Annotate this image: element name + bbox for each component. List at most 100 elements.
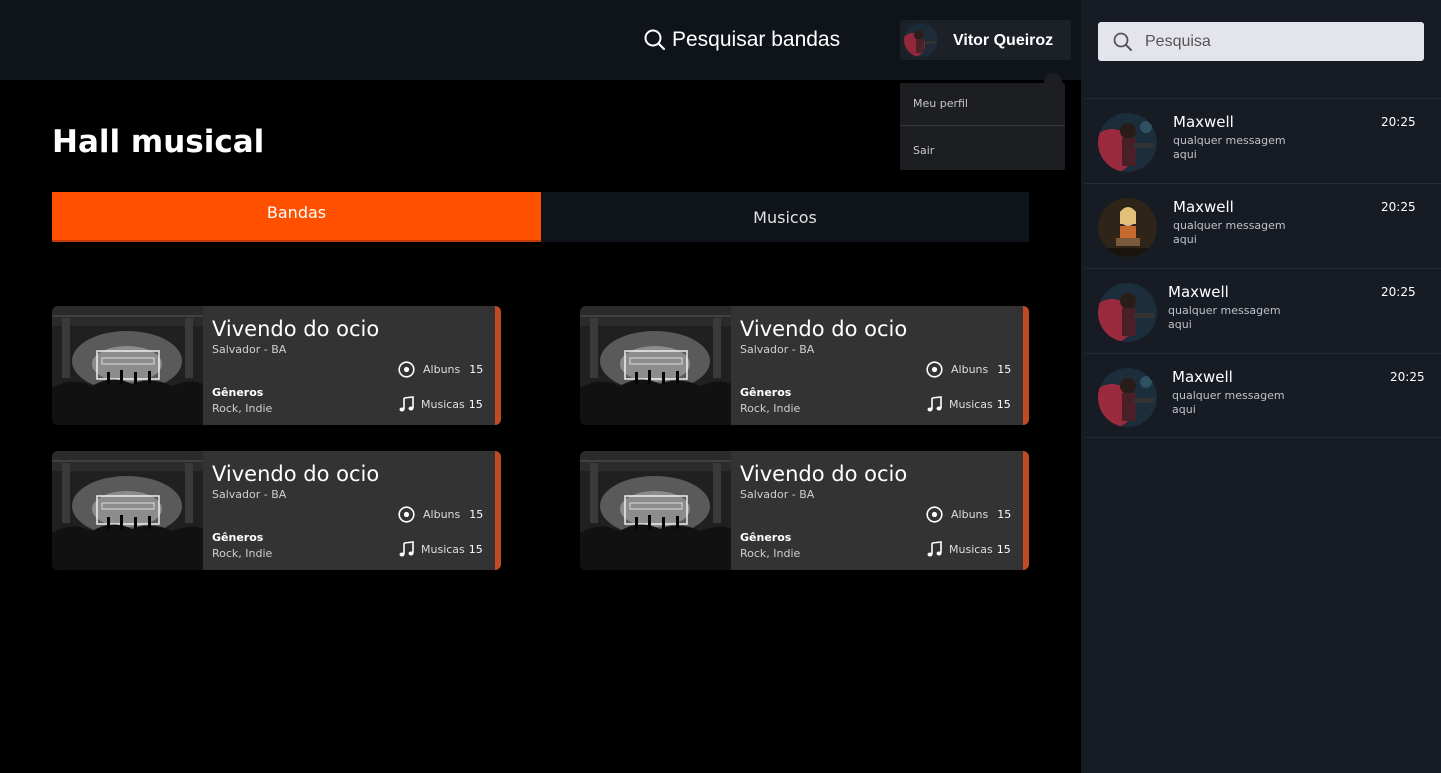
songs-count: 15 <box>996 398 1011 411</box>
band-card[interactable]: Vivendo do ocio Salvador - BA Gêneros Ro… <box>52 306 501 425</box>
albums-count: 15 <box>997 508 1012 521</box>
albums-count: 15 <box>469 508 484 521</box>
band-genres-label: Gêneros <box>212 386 264 399</box>
band-songs: Musicas 15 <box>398 541 483 558</box>
band-genres-label: Gêneros <box>740 386 792 399</box>
songs-count: 15 <box>468 543 483 556</box>
chat-contact-name: Maxwell <box>1173 113 1234 131</box>
band-songs: Musicas 15 <box>926 541 1011 558</box>
menu-item-profile[interactable]: Meu perfil <box>913 97 968 110</box>
chat-message-preview: qualquer messagem aqui <box>1172 389 1285 416</box>
search-bands-label: Pesquisar bandas <box>672 28 841 51</box>
tab-bandas[interactable]: Bandas <box>52 192 541 242</box>
chat-message-preview: qualquer messagem aqui <box>1173 134 1286 161</box>
albums-label: Albuns <box>423 508 461 521</box>
band-genres: Rock, Indie <box>740 402 801 415</box>
albums-count: 15 <box>997 363 1012 376</box>
band-location: Salvador - BA <box>740 488 815 501</box>
albums-count: 15 <box>469 363 484 376</box>
songs-label: Musicas <box>949 543 993 556</box>
band-card[interactable]: Vivendo do ocio Salvador - BA Gêneros Ro… <box>580 451 1029 570</box>
disc-icon <box>398 361 415 378</box>
albums-label: Albuns <box>951 363 989 376</box>
band-genres: Rock, Indie <box>212 402 273 415</box>
chat-item[interactable]: Maxwell qualquer messagem aqui 20:25 <box>1085 98 1441 183</box>
band-genres: Rock, Indie <box>740 547 801 560</box>
avatar <box>1098 283 1157 342</box>
songs-count: 15 <box>996 543 1011 556</box>
band-image <box>580 306 731 425</box>
chat-sidebar: Maxwell qualquer messagem aqui 20:25 Max… <box>1081 0 1441 773</box>
band-albums: Albuns 15 <box>926 506 1011 523</box>
chat-item[interactable]: Maxwell qualquer messagem aqui 20:25 <box>1085 183 1441 268</box>
band-location: Salvador - BA <box>212 343 287 356</box>
disc-icon <box>926 506 943 523</box>
music-note-icon <box>926 541 943 558</box>
tab-bar: Bandas Musicos <box>52 192 1029 242</box>
music-note-icon <box>398 396 415 413</box>
band-albums: Albuns 15 <box>926 361 1011 378</box>
disc-icon <box>926 361 943 378</box>
chat-time: 20:25 <box>1390 370 1425 384</box>
songs-label: Musicas <box>421 543 465 556</box>
disc-icon <box>398 506 415 523</box>
chat-list: Maxwell qualquer messagem aqui 20:25 Max… <box>1085 98 1441 438</box>
user-menu-button[interactable]: Vitor Queiroz <box>900 20 1071 60</box>
avatar <box>1098 368 1157 427</box>
chat-contact-name: Maxwell <box>1168 283 1229 301</box>
user-dropdown-menu: Meu perfil Sair <box>900 73 1065 170</box>
page-title: Hall musical <box>52 124 265 160</box>
music-note-icon <box>398 541 415 558</box>
card-accent-bar <box>495 306 501 425</box>
chat-item[interactable]: Maxwell qualquer messagem aqui 20:25 <box>1085 353 1441 438</box>
card-accent-bar <box>1023 451 1029 570</box>
chat-item[interactable]: Maxwell qualquer messagem aqui 20:25 <box>1085 268 1441 353</box>
search-icon <box>1113 32 1132 51</box>
chat-contact-name: Maxwell <box>1172 368 1233 386</box>
chat-time: 20:25 <box>1381 285 1416 299</box>
band-name: Vivendo do ocio <box>740 317 908 341</box>
chat-time: 20:25 <box>1381 200 1416 214</box>
band-image <box>52 306 203 425</box>
chat-message-preview: qualquer messagem aqui <box>1168 304 1281 331</box>
band-image <box>580 451 731 570</box>
band-image <box>52 451 203 570</box>
band-albums: Albuns 15 <box>398 506 483 523</box>
band-card[interactable]: Vivendo do ocio Salvador - BA Gêneros Ro… <box>580 306 1029 425</box>
chat-message-preview: qualquer messagem aqui <box>1173 219 1286 246</box>
card-accent-bar <box>1023 306 1029 425</box>
search-bands-button[interactable]: Pesquisar bandas <box>644 28 840 52</box>
band-genres-label: Gêneros <box>740 531 792 544</box>
menu-divider <box>900 125 1065 126</box>
chat-contact-name: Maxwell <box>1173 198 1234 216</box>
albums-label: Albuns <box>951 508 989 521</box>
band-songs: Musicas 15 <box>926 396 1011 413</box>
band-location: Salvador - BA <box>212 488 287 501</box>
chat-search-box <box>1098 22 1424 61</box>
top-bar: Pesquisar bandas Vitor Queiroz <box>0 0 1081 80</box>
band-genres-label: Gêneros <box>212 531 264 544</box>
band-albums: Albuns 15 <box>398 361 483 378</box>
band-name: Vivendo do ocio <box>212 317 380 341</box>
band-name: Vivendo do ocio <box>740 462 908 486</box>
avatar <box>904 23 938 57</box>
songs-count: 15 <box>468 398 483 411</box>
card-accent-bar <box>495 451 501 570</box>
band-songs: Musicas 15 <box>398 396 483 413</box>
user-name: Vitor Queiroz <box>953 32 1054 49</box>
albums-label: Albuns <box>423 363 461 376</box>
chat-search-input[interactable] <box>1145 22 1415 61</box>
search-icon <box>644 29 666 51</box>
band-location: Salvador - BA <box>740 343 815 356</box>
menu-item-logout[interactable]: Sair <box>913 144 934 157</box>
band-genres: Rock, Indie <box>212 547 273 560</box>
songs-label: Musicas <box>949 398 993 411</box>
avatar <box>1098 198 1157 257</box>
band-card[interactable]: Vivendo do ocio Salvador - BA Gêneros Ro… <box>52 451 501 570</box>
music-note-icon <box>926 396 943 413</box>
songs-label: Musicas <box>421 398 465 411</box>
band-name: Vivendo do ocio <box>212 462 380 486</box>
avatar <box>1098 113 1157 172</box>
chat-time: 20:25 <box>1381 115 1416 129</box>
tab-musicos[interactable]: Musicos <box>541 192 1029 242</box>
